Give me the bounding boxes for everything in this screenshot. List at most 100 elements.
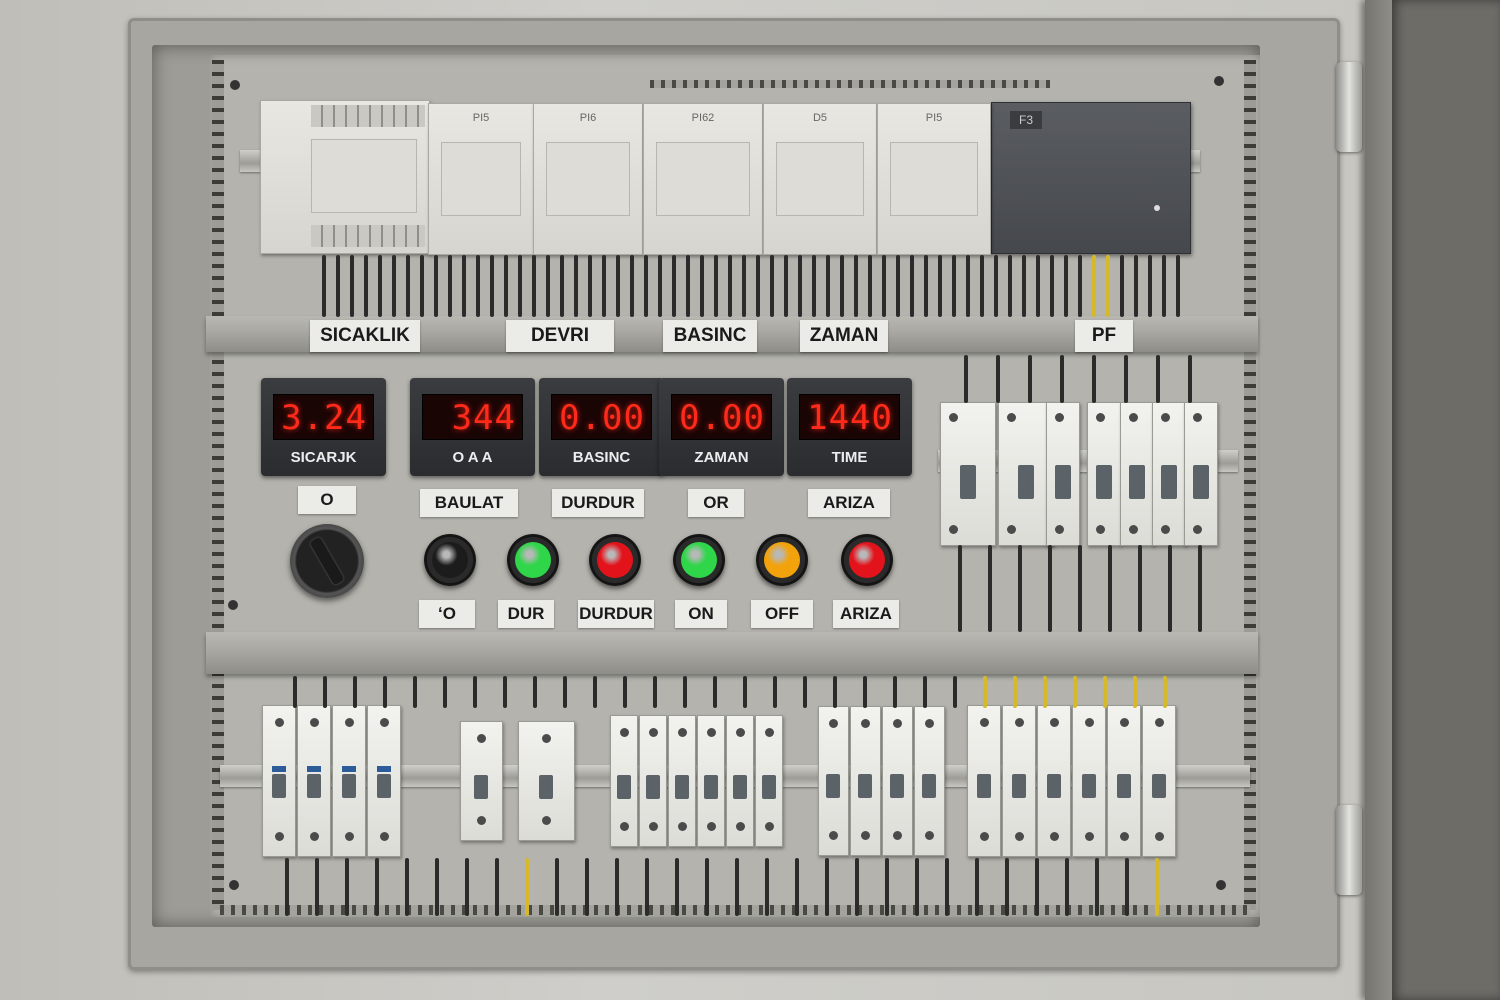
selector-knob[interactable] (309, 536, 345, 586)
breaker-handle[interactable] (1018, 465, 1034, 499)
supply-wire (413, 676, 417, 708)
circuit-breaker[interactable] (610, 715, 638, 847)
circuit-breaker[interactable] (914, 706, 945, 856)
digital-meter: 0.00 BASINC (539, 378, 664, 476)
breaker-handle[interactable] (1129, 465, 1145, 499)
breaker-handle[interactable] (890, 773, 904, 798)
breaker-handle[interactable] (474, 775, 488, 800)
selector-switch[interactable] (290, 524, 364, 598)
breaker-handle[interactable] (1116, 773, 1131, 798)
push-button[interactable] (841, 534, 893, 586)
push-button[interactable] (589, 534, 641, 586)
breaker-handle[interactable] (960, 465, 976, 499)
circuit-breaker[interactable] (1152, 402, 1186, 546)
signal-wire (1050, 255, 1054, 317)
circuit-breaker[interactable] (639, 715, 667, 847)
circuit-breaker[interactable] (1107, 705, 1141, 857)
breaker-handle[interactable] (1161, 465, 1177, 499)
circuit-breaker[interactable] (697, 715, 725, 847)
button-lens[interactable] (849, 542, 885, 578)
load-wire (555, 858, 559, 916)
terminal-screw (1129, 413, 1138, 422)
terminal-screw (1014, 832, 1024, 841)
circuit-breaker[interactable] (1002, 705, 1036, 857)
breaker-handle[interactable] (1011, 773, 1026, 798)
breaker-handle[interactable] (1151, 773, 1166, 798)
circuit-breaker[interactable] (460, 721, 503, 841)
push-button[interactable] (756, 534, 808, 586)
circuit-breaker[interactable] (1120, 402, 1154, 546)
circuit-breaker[interactable] (755, 715, 783, 847)
button-lens[interactable] (681, 542, 717, 578)
push-button[interactable] (424, 534, 476, 586)
circuit-breaker[interactable] (940, 402, 996, 546)
circuit-breaker[interactable] (367, 705, 401, 857)
load-wire (1125, 858, 1129, 916)
top-vent (650, 80, 1050, 88)
terminal-screw (925, 831, 934, 840)
meter-display: 1440 (799, 394, 900, 440)
circuit-breaker[interactable] (332, 705, 366, 857)
breaker-handle[interactable] (1193, 465, 1209, 499)
circuit-breaker[interactable] (1072, 705, 1106, 857)
push-button[interactable] (507, 534, 559, 586)
terminal-screw (477, 734, 486, 743)
plc-module-label: PI5 (472, 112, 490, 124)
signal-wire (560, 255, 564, 317)
signal-wire (672, 255, 676, 317)
breaker-handle[interactable] (539, 775, 553, 800)
breaker-handle[interactable] (976, 773, 991, 798)
breaker-handle[interactable] (1081, 773, 1096, 798)
circuit-breaker[interactable] (1142, 705, 1176, 857)
circuit-breaker[interactable] (967, 705, 1001, 857)
supply-wire (713, 676, 717, 708)
breaker-handle[interactable] (761, 774, 776, 799)
breaker-handle[interactable] (674, 774, 689, 799)
button-lens[interactable] (432, 542, 468, 578)
breaker-wire (964, 355, 968, 403)
load-wire (1065, 858, 1069, 916)
breaker-handle[interactable] (732, 774, 747, 799)
breaker-handle[interactable] (341, 773, 356, 798)
breaker-handle[interactable] (376, 773, 391, 798)
terminal-screw (309, 718, 319, 727)
breaker-handle[interactable] (645, 774, 660, 799)
gateway-module: F3 (991, 102, 1191, 254)
breaker-handle[interactable] (306, 773, 321, 798)
button-lens[interactable] (515, 542, 551, 578)
breaker-handle[interactable] (922, 773, 936, 798)
push-button[interactable] (673, 534, 725, 586)
circuit-breaker[interactable] (1184, 402, 1218, 546)
circuit-breaker[interactable] (518, 721, 575, 841)
plc-module-face (776, 142, 864, 216)
breaker-handle[interactable] (616, 774, 631, 799)
circuit-breaker[interactable] (882, 706, 913, 856)
breaker-handle[interactable] (858, 773, 872, 798)
circuit-breaker[interactable] (668, 715, 696, 847)
breaker-handle[interactable] (703, 774, 718, 799)
button-lens[interactable] (597, 542, 633, 578)
supply-wire (1103, 676, 1107, 708)
supply-wire (983, 676, 987, 708)
circuit-breaker[interactable] (1037, 705, 1071, 857)
breaker-handle[interactable] (1055, 465, 1071, 499)
circuit-breaker[interactable] (262, 705, 296, 857)
terminal-screw (344, 832, 354, 841)
circuit-breaker[interactable] (818, 706, 849, 856)
circuit-breaker[interactable] (1087, 402, 1121, 546)
circuit-breaker[interactable] (1046, 402, 1080, 546)
signal-wire (1008, 255, 1012, 317)
circuit-breaker[interactable] (850, 706, 881, 856)
breaker-handle[interactable] (1096, 465, 1112, 499)
breaker-handle[interactable] (271, 773, 286, 798)
load-wire (585, 858, 589, 916)
supply-wire (593, 676, 597, 708)
plc-io-module: PI6 (533, 103, 643, 255)
breaker-handle[interactable] (826, 773, 840, 798)
circuit-breaker[interactable] (726, 715, 754, 847)
breaker-wire (1018, 545, 1022, 632)
breaker-handle[interactable] (1046, 773, 1061, 798)
circuit-breaker[interactable] (297, 705, 331, 857)
button-lens[interactable] (764, 542, 800, 578)
load-wire (465, 858, 469, 916)
